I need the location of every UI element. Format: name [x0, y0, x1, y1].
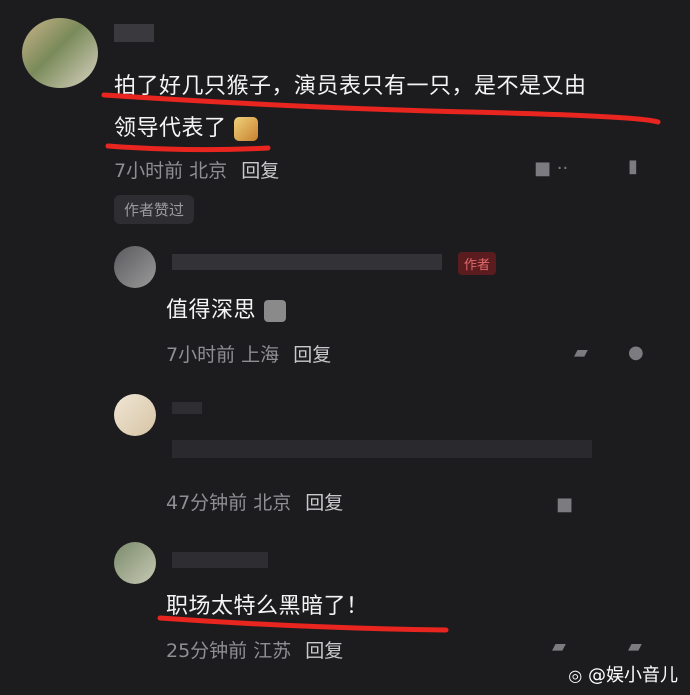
username-blurred[interactable]	[114, 24, 154, 42]
comment-meta: 7小时前 上海 回复	[166, 340, 331, 367]
comment-time: 7小时前	[166, 344, 236, 366]
like-icon[interactable]: ▰	[628, 636, 642, 657]
comment-text-line2-label: 领导代表了	[114, 116, 227, 141]
weibo-icon: ◎	[568, 666, 583, 685]
avatar[interactable]	[114, 246, 156, 288]
author-tag: 作者	[458, 252, 497, 275]
reply-button[interactable]: 回复	[293, 344, 331, 366]
comment-location: 北京	[189, 160, 228, 182]
reply-button[interactable]: 回复	[241, 160, 279, 182]
like-icon[interactable]: ●	[628, 342, 644, 363]
username-blurred[interactable]	[172, 402, 202, 414]
watermark: ◎ @娱小音儿	[568, 661, 678, 687]
comment-time: 47分钟前	[166, 492, 248, 514]
comment-meta: 47分钟前 北京 回复	[166, 488, 343, 515]
emoji-icon	[263, 300, 286, 322]
comment-location: 上海	[241, 344, 280, 366]
more-icon[interactable]: ■ ··	[534, 158, 568, 179]
comment-text-label: 值得深思	[166, 298, 257, 323]
comment-text-line2: 领导代表了	[114, 110, 259, 142]
reply-button[interactable]: 回复	[305, 640, 343, 662]
username-blurred[interactable]	[172, 254, 442, 270]
share-icon[interactable]: ▰	[574, 342, 588, 363]
comment-text: 值得深思	[166, 292, 286, 324]
comment-time: 7小时前	[114, 160, 184, 182]
comment-text-line1: 拍了好几只猴子，演员表只有一只，是不是又由	[114, 74, 587, 99]
comment-meta: 25分钟前 江苏 回复	[166, 636, 343, 663]
avatar[interactable]	[22, 18, 98, 88]
underline-stroke-2	[105, 143, 271, 153]
like-icon[interactable]: ▮	[628, 156, 638, 177]
author-liked-badge: 作者赞过	[114, 195, 195, 224]
watermark-text: @娱小音儿	[588, 665, 678, 686]
avatar[interactable]	[114, 542, 156, 584]
comment-text: 职场太特么黑暗了！	[166, 594, 369, 619]
avatar[interactable]	[114, 394, 156, 436]
comment-location: 北京	[253, 492, 292, 514]
share-icon[interactable]: ▰	[552, 636, 566, 657]
like-icon[interactable]: ■	[556, 494, 573, 515]
comment-location: 江苏	[253, 640, 292, 662]
comment-text-blurred	[172, 440, 592, 458]
emoji-icon	[234, 117, 259, 141]
comment-meta: 7小时前 北京 回复	[114, 156, 279, 183]
comment-time: 25分钟前	[166, 640, 248, 662]
username-blurred[interactable]	[172, 552, 268, 568]
reply-button[interactable]: 回复	[305, 492, 343, 514]
